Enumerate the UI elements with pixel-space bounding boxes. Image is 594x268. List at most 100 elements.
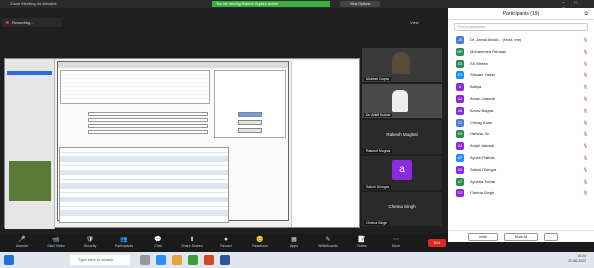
chat-icon: 💬 — [154, 237, 162, 243]
muted-mic-icon: 🎙 — [582, 48, 588, 54]
participant-avatar: A — [456, 83, 464, 92]
participant-row[interactable]: AP Ayush Pathak 🎙 — [448, 152, 594, 164]
end-meeting-button[interactable]: End — [428, 239, 446, 247]
word-icon[interactable] — [220, 255, 230, 265]
video-tile-big-name: Chetna Singh — [388, 204, 416, 209]
muted-mic-icon: 🎙 — [582, 178, 588, 184]
toolbar-reactions-button[interactable]: 😊 Reactions — [246, 237, 274, 248]
participant-name: Shivam Yadav — [470, 72, 496, 78]
toolbar-notes-button[interactable]: 📝 Notes — [348, 237, 376, 248]
clock-date: 21-06-2022 — [568, 259, 586, 263]
participant-avatar: AT — [456, 177, 464, 186]
toolbar-apps-button[interactable]: ▦ Apps — [280, 237, 308, 248]
participant-name: SS Mehta — [470, 60, 488, 66]
mute-all-button[interactable]: Mute All — [504, 233, 538, 241]
toolbar-unmute-button[interactable]: 🎤 Unmute — [8, 237, 36, 248]
file-explorer-icon[interactable] — [172, 255, 182, 265]
participant-name: Ayusha Tomar — [470, 178, 496, 184]
participant-row[interactable]: JA Dr. Jamal Abdul... (Host, me) 🎙 — [448, 34, 594, 46]
muted-mic-icon: 🎙 — [582, 143, 588, 149]
toolbar-label: Apps — [290, 244, 298, 248]
os-taskbar: Type here to search 10:24 21-06-2022 — [0, 252, 594, 268]
participant-row[interactable]: AT Ayusha Tomar 🎙 — [448, 176, 594, 188]
view-toggle[interactable]: View — [410, 20, 419, 25]
invite-button[interactable]: Invite — [468, 233, 498, 241]
participant-avatar: JA — [456, 36, 464, 44]
participant-row[interactable]: AJ Aman Jaiswal 🎙 — [448, 93, 594, 105]
shared-screen — [4, 58, 360, 229]
shared-field — [88, 124, 208, 128]
toolbar-label: Share Screen — [181, 244, 203, 248]
participant-search-input[interactable]: Find a participant — [454, 23, 588, 31]
participant-name: Harsha Jin — [470, 131, 490, 137]
participant-row[interactable]: HS Harsha Jin 🎙 — [448, 128, 594, 140]
toolbar-label: Security — [83, 244, 97, 248]
avatar: a — [392, 160, 412, 180]
more-options-button[interactable]: ... — [544, 233, 558, 241]
participant-row[interactable]: AJ Anjali Jaiswal 🎙 — [448, 140, 594, 152]
participant-name: Dr. Jamal Abdul... (Host, me) — [470, 37, 522, 42]
video-tile[interactable]: Dr. Ankit Kumar — [362, 84, 442, 118]
participant-row[interactable]: CS Chetna Singh 🎙 — [448, 187, 594, 199]
toolbar-security-button[interactable]: 🛡 Security — [76, 237, 104, 248]
participant-avatar: AB — [456, 106, 464, 115]
participant-row[interactable]: A Aditya 🎙 — [448, 81, 594, 93]
record-icon: ⏺ — [224, 237, 228, 243]
participant-row[interactable]: SS SS Mehta 🎙 — [448, 58, 594, 70]
taskbar-clock[interactable]: 10:24 21-06-2022 — [568, 254, 586, 264]
video-tile-name: Dr. Ankit Kumar — [364, 113, 393, 117]
windows-start-icon[interactable] — [4, 255, 14, 265]
participants-header: Participants (19) ⧉ — [448, 8, 594, 20]
recording-indicator[interactable]: Recording... — [2, 18, 62, 27]
participant-video — [392, 90, 408, 112]
start-video-icon: 📹 — [52, 237, 60, 243]
muted-mic-icon: 🎙 — [582, 154, 588, 160]
shared-right-pane — [291, 61, 359, 227]
window-title: Zoom Meeting 40-Minutes — [10, 1, 57, 6]
video-tile[interactable]: Chetna Singh Chetna Singh — [362, 192, 442, 226]
security-icon: 🛡 — [86, 237, 94, 243]
participant-row[interactable]: SY Shivam Yadav 🎙 — [448, 69, 594, 81]
toolbar-more-button[interactable]: ⋯ More — [382, 237, 410, 248]
view-options-button[interactable]: View Options — [340, 1, 380, 7]
participant-name: Aditya — [470, 84, 482, 90]
participant-video — [392, 52, 410, 74]
participant-avatar: MR — [456, 47, 464, 56]
popout-icon[interactable]: ⧉ — [584, 8, 588, 20]
video-tile[interactable]: Mukesh Gupta — [362, 48, 442, 82]
participant-row[interactable]: CK Chirag Khan 🎙 — [448, 117, 594, 129]
video-tile-name: Mukesh Gupta — [364, 77, 391, 81]
task-view-icon[interactable] — [140, 255, 150, 265]
participant-avatar: HS — [456, 130, 464, 139]
toolbar-record-button[interactable]: ⏺ Record — [212, 237, 240, 248]
chrome-icon[interactable] — [188, 255, 198, 265]
toolbar-whiteboards-button[interactable]: ✎ Whiteboards — [314, 237, 342, 248]
muted-mic-icon: 🎙 — [582, 84, 588, 90]
window-controls[interactable]: – □ × — [562, 0, 592, 12]
zoom-app-icon[interactable] — [156, 255, 166, 265]
toolbar-share-screen-button[interactable]: ⬆ Share Screen — [178, 237, 206, 248]
toolbar-start-video-button[interactable]: 📹 Start Video — [42, 237, 70, 248]
toolbar-label: Chat — [154, 244, 162, 248]
video-tile[interactable]: Rakesh Mughal Rakesh Mughal — [362, 120, 442, 154]
participant-row[interactable]: SD Saloni Dhingra 🎙 — [448, 164, 594, 176]
shared-field — [88, 118, 208, 122]
shared-list — [59, 147, 229, 223]
participant-avatar: AP — [456, 153, 464, 162]
taskbar-search-input[interactable]: Type here to search — [70, 255, 130, 265]
participants-footer: Invite Mute All ... — [448, 230, 594, 242]
participants-icon: 👥 — [120, 237, 128, 243]
powerpoint-icon[interactable] — [204, 255, 214, 265]
participant-row[interactable]: AB Arnav Bagrat 🎙 — [448, 105, 594, 117]
shared-dialog-title — [58, 62, 288, 68]
toolbar-participants-button[interactable]: 👥 Participants — [110, 237, 138, 248]
participants-panel: Participants (19) ⧉ Find a participant J… — [448, 8, 594, 242]
participant-avatar: AJ — [456, 142, 464, 151]
video-tile[interactable]: a Saloni Dhingra — [362, 156, 442, 190]
more-icon: ⋯ — [393, 237, 399, 243]
toolbar-chat-button[interactable]: 💬 Chat — [144, 237, 172, 248]
participant-row[interactable]: MR Mohammed Rehaan 🎙 — [448, 46, 594, 58]
toolbar-label: Notes — [357, 244, 367, 248]
video-tile-name: Chetna Singh — [364, 221, 390, 225]
muted-mic-icon: 🎙 — [582, 131, 588, 137]
